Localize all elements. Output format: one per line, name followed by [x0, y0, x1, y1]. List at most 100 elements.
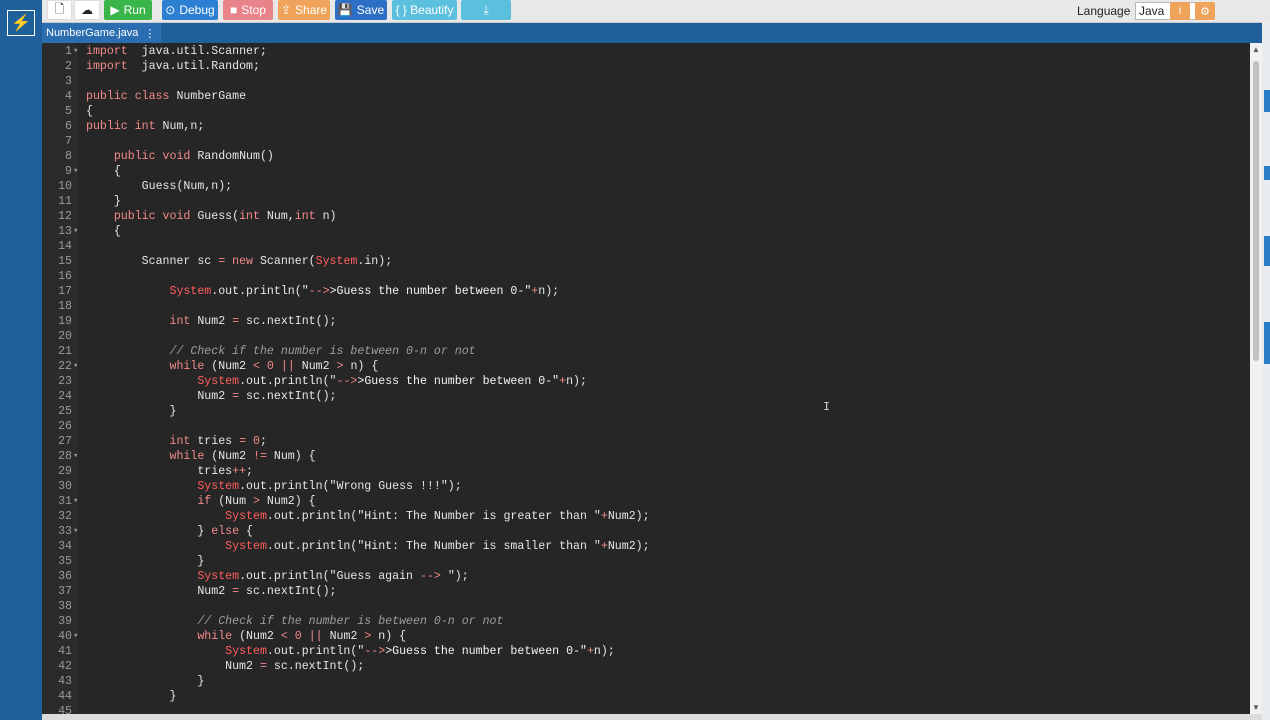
code-line[interactable]: 30 System.out.println("Wrong Guess !!!")…: [42, 479, 1252, 494]
horizontal-scrollbar[interactable]: [42, 714, 1262, 720]
code-line[interactable]: 18: [42, 299, 1252, 314]
code-text: // Check if the number is between 0-n or…: [197, 615, 504, 628]
code-line[interactable]: 25 }: [42, 404, 1252, 419]
beautify-button[interactable]: { } Beautify: [392, 0, 457, 20]
code-line[interactable]: 34 System.out.println("Hint: The Number …: [42, 539, 1252, 554]
code-line[interactable]: 10 Guess(Num,n);: [42, 179, 1252, 194]
code-line[interactable]: 36 System.out.println("Guess again --> "…: [42, 569, 1252, 584]
upload-cloud-icon: ☁: [81, 3, 93, 17]
code-line[interactable]: 44 }: [42, 689, 1252, 704]
line-number: 17: [58, 285, 72, 298]
code-line[interactable]: 1 ▾ import java.util.Scanner;: [42, 44, 1252, 59]
code-line[interactable]: 22 ▾ while (Num2 < 0 || Num2 > n) {: [42, 359, 1252, 374]
fold-arrow-icon[interactable]: ▾: [73, 449, 78, 464]
code-line[interactable]: 45: [42, 704, 1252, 714]
line-number: 21: [58, 345, 72, 358]
vertical-scrollbar[interactable]: ▲ ▼: [1250, 43, 1262, 714]
code-line[interactable]: 2 import java.util.Random;: [42, 59, 1252, 74]
code-line[interactable]: 28 ▾ while (Num2 != Num) {: [42, 449, 1252, 464]
lightning-logo-icon[interactable]: ⚡: [7, 10, 35, 36]
line-number: 45: [58, 705, 72, 714]
line-number: 39: [58, 615, 72, 628]
code-line[interactable]: 6 public int Num,n;: [42, 119, 1252, 134]
code-line[interactable]: 26: [42, 419, 1252, 434]
code-line[interactable]: 37 Num2 = sc.nextInt();: [42, 584, 1252, 599]
code-line[interactable]: 31 ▾ if (Num > Num2) {: [42, 494, 1252, 509]
code-line[interactable]: 42 Num2 = sc.nextInt();: [42, 659, 1252, 674]
code-text: System.out.println("-->>Guess the number…: [225, 645, 615, 658]
code-line[interactable]: 17 System.out.println("-->>Guess the num…: [42, 284, 1252, 299]
code-text: int tries = 0;: [169, 435, 267, 448]
code-line[interactable]: 4 public class NumberGame: [42, 89, 1252, 104]
line-number: 9: [65, 165, 72, 178]
code-text: public int Num,n;: [86, 120, 205, 133]
fold-arrow-icon[interactable]: ▾: [73, 629, 78, 644]
line-number: 2: [65, 60, 72, 73]
code-line[interactable]: 12 public void Guess(int Num,int n): [42, 209, 1252, 224]
code-line[interactable]: 39 // Check if the number is between 0-n…: [42, 614, 1252, 629]
fold-arrow-icon[interactable]: ▾: [73, 164, 78, 179]
code-line[interactable]: 40 ▾ while (Num2 < 0 || Num2 > n) {: [42, 629, 1252, 644]
code-line[interactable]: 32 System.out.println("Hint: The Number …: [42, 509, 1252, 524]
scrollbar-thumb[interactable]: [1253, 61, 1259, 361]
code-line[interactable]: 11 }: [42, 194, 1252, 209]
run-button[interactable]: ▶ Run: [104, 0, 152, 20]
tab-menu-icon[interactable]: ⋮: [144, 27, 155, 40]
open-file-button[interactable]: ☁: [74, 0, 100, 20]
info-button[interactable]: i: [1170, 2, 1190, 20]
code-line[interactable]: 43 }: [42, 674, 1252, 689]
line-number: 11: [58, 195, 72, 208]
code-line[interactable]: 16: [42, 269, 1252, 284]
code-line[interactable]: 8 public void RandomNum(): [42, 149, 1252, 164]
code-line[interactable]: 13 ▾ {: [42, 224, 1252, 239]
line-number: 6: [65, 120, 72, 133]
tab-bar: NumberGame.java ⋮: [42, 23, 1262, 43]
debug-icon: ⊙: [165, 3, 176, 17]
play-icon: ▶: [110, 3, 120, 17]
share-button[interactable]: ⇪ Share: [278, 0, 330, 20]
code-line[interactable]: 9 ▾ {: [42, 164, 1252, 179]
code-line[interactable]: 27 int tries = 0;: [42, 434, 1252, 449]
code-line[interactable]: 21 // Check if the number is between 0-n…: [42, 344, 1252, 359]
line-number: 40: [58, 630, 72, 643]
new-file-button[interactable]: 🗋: [47, 0, 72, 20]
code-line[interactable]: 29 tries++;: [42, 464, 1252, 479]
debug-button[interactable]: ⊙ Debug: [162, 0, 218, 20]
code-line[interactable]: 20: [42, 329, 1252, 344]
settings-button[interactable]: ⚙: [1195, 2, 1215, 20]
code-line[interactable]: 38: [42, 599, 1252, 614]
line-number: 43: [58, 675, 72, 688]
line-number: 20: [58, 330, 72, 343]
code-text: {: [86, 225, 121, 238]
fold-arrow-icon[interactable]: ▾: [73, 494, 78, 509]
fold-arrow-icon[interactable]: ▾: [73, 359, 78, 374]
tab-numbergame-java[interactable]: NumberGame.java ⋮: [42, 23, 162, 43]
fold-arrow-icon[interactable]: ▾: [73, 44, 78, 59]
code-line[interactable]: 33 ▾ } else {: [42, 524, 1252, 539]
code-text: while (Num2 != Num) {: [169, 450, 316, 463]
code-line[interactable]: 5{: [42, 104, 1252, 119]
code-line[interactable]: 19 int Num2 = sc.nextInt();: [42, 314, 1252, 329]
fold-arrow-icon[interactable]: ▾: [73, 524, 78, 539]
code-line[interactable]: 7: [42, 134, 1252, 149]
scroll-up-icon[interactable]: ▲: [1252, 45, 1260, 54]
code-line[interactable]: 3: [42, 74, 1252, 89]
code-line[interactable]: 23 System.out.println("-->>Guess the num…: [42, 374, 1252, 389]
code-line[interactable]: 24 Num2 = sc.nextInt();: [42, 389, 1252, 404]
code-line[interactable]: 35 }: [42, 554, 1252, 569]
line-number: 5: [65, 105, 72, 118]
code-editor[interactable]: 1 ▾ import java.util.Scanner; 2 import java.…: [42, 43, 1262, 714]
line-number: 30: [58, 480, 72, 493]
line-number: 15: [58, 255, 72, 268]
scroll-down-icon[interactable]: ▼: [1252, 703, 1260, 712]
line-number: 33: [58, 525, 72, 538]
stop-button[interactable]: ■ Stop: [223, 0, 273, 20]
save-button[interactable]: 💾 Save: [335, 0, 387, 20]
code-line[interactable]: 41 System.out.println("-->>Guess the num…: [42, 644, 1252, 659]
download-button[interactable]: ⤓: [461, 0, 511, 20]
code-text: while (Num2 < 0 || Num2 > n) {: [197, 630, 407, 643]
code-line[interactable]: 15 Scanner sc = new Scanner(System.in);: [42, 254, 1252, 269]
fold-arrow-icon[interactable]: ▾: [73, 224, 78, 239]
line-number: 22: [58, 360, 72, 373]
code-line[interactable]: 14: [42, 239, 1252, 254]
